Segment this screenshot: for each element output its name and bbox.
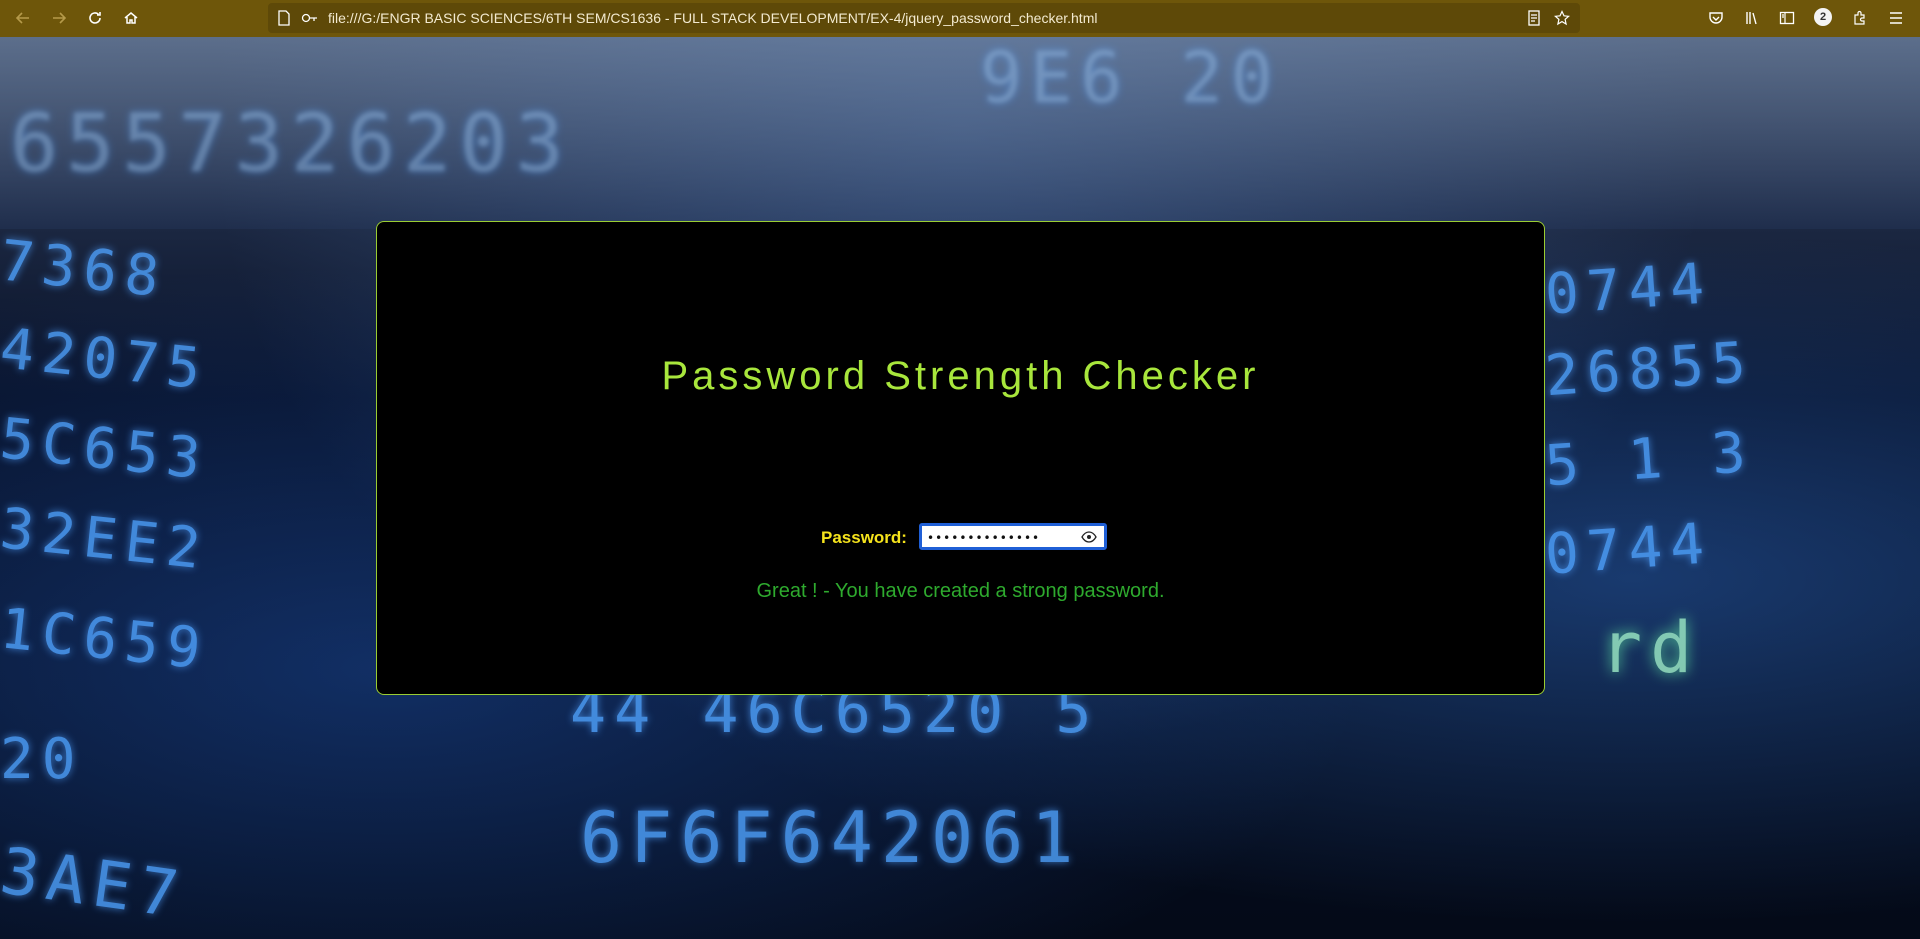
sidebar-icon[interactable] — [1777, 8, 1797, 28]
reader-view-icon[interactable] — [1524, 8, 1544, 28]
library-icon[interactable] — [1742, 8, 1762, 28]
bookmark-star-icon[interactable] — [1552, 8, 1572, 28]
reload-icon[interactable] — [82, 6, 108, 30]
password-label: Password: — [821, 528, 907, 547]
forward-icon[interactable] — [46, 6, 72, 30]
permissions-icon[interactable] — [300, 8, 320, 28]
strength-message: Great ! - You have created a strong pass… — [756, 580, 1165, 602]
back-icon[interactable] — [10, 6, 36, 30]
page-title: Password Strength Checker — [661, 354, 1260, 398]
url-text[interactable]: file:///G:/ENGR BASIC SCIENCES/6TH SEM/C… — [328, 10, 1097, 26]
browser-toolbar: file:///G:/ENGR BASIC SCIENCES/6TH SEM/C… — [0, 0, 1920, 37]
show-password-icon[interactable] — [1080, 529, 1098, 545]
pocket-icon[interactable] — [1706, 8, 1726, 28]
password-checker-card: Password Strength Checker Password: Grea… — [376, 221, 1545, 695]
page-viewport: 6557326203 9E6 20 7368 42075 5C653 32EE2… — [0, 37, 1920, 939]
password-field[interactable] — [919, 523, 1107, 550]
page-icon — [274, 8, 294, 28]
home-icon[interactable] — [118, 6, 144, 30]
address-bar[interactable]: file:///G:/ENGR BASIC SCIENCES/6TH SEM/C… — [268, 3, 1580, 33]
account-badge[interactable]: 2 — [1814, 8, 1832, 26]
extensions-icon[interactable] — [1850, 8, 1870, 28]
menu-icon[interactable] — [1886, 8, 1906, 28]
password-input[interactable] — [925, 527, 1079, 549]
